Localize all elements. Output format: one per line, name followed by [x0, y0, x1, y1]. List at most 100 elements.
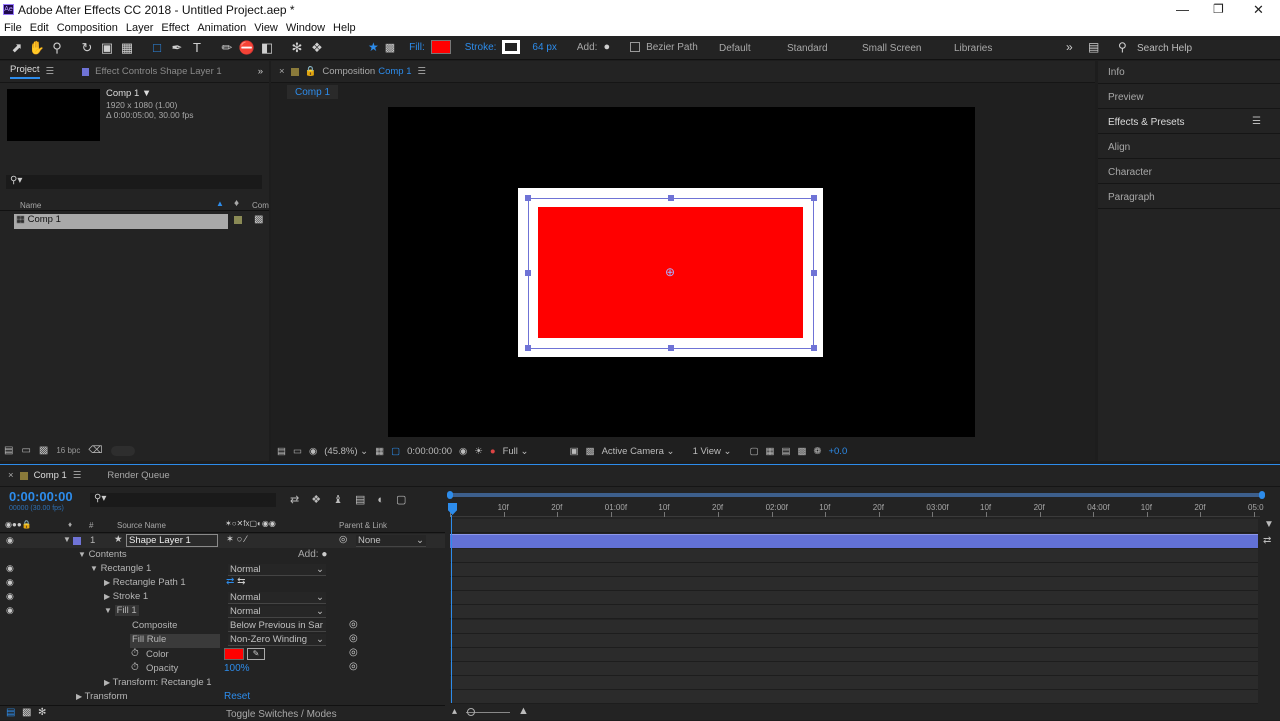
pick-whip-icon[interactable]: ◎	[339, 534, 347, 545]
new-comp-icon[interactable]: ▩	[39, 445, 48, 456]
comp-tab-name[interactable]: Comp 1	[378, 66, 411, 77]
project-search-input[interactable]: ⚲▾	[6, 175, 262, 189]
timeline-search-input[interactable]: ⚲▾	[90, 493, 276, 507]
sync-settings-icon[interactable]: ▤	[1088, 40, 1099, 54]
comp-viewer[interactable]: ⊕	[388, 107, 975, 437]
new-folder-icon[interactable]: ▭	[21, 445, 30, 456]
motion-blur-icon[interactable]: ◐	[377, 494, 384, 506]
layer-label-color[interactable]	[73, 537, 81, 545]
camera-tool-icon[interactable]: ▣	[98, 39, 116, 57]
panel-preview[interactable]: Preview	[1108, 92, 1144, 103]
toggle-switches-modes[interactable]: Toggle Switches / Modes	[226, 709, 337, 720]
timeline-icon[interactable]: ▤	[782, 446, 791, 457]
expression-icon[interactable]: ◎	[349, 661, 358, 672]
expand-triangle-icon[interactable]: ▼	[63, 535, 71, 544]
expression-icon[interactable]: ◎	[349, 647, 358, 658]
menu-effect[interactable]: Effect	[161, 22, 189, 34]
layer-switches-toggle-icon[interactable]: ▩	[22, 707, 31, 718]
graph-editor-icon[interactable]: ▢	[396, 493, 406, 506]
close-tab-icon[interactable]: ×	[8, 470, 14, 481]
star-icon[interactable]: ★	[368, 40, 379, 54]
toggle-pixel-icon[interactable]: ▢	[750, 446, 759, 457]
timeline-tab-comp[interactable]: Comp 1	[34, 470, 67, 481]
reset-exposure-icon[interactable]: ❁	[814, 446, 822, 457]
comp-menu-icon[interactable]: ☰	[417, 66, 426, 77]
column-comment[interactable]: Com	[252, 201, 269, 210]
add-menu-label[interactable]: Add: ●	[298, 549, 327, 560]
stroke-color-swatch[interactable]	[502, 40, 521, 54]
comp-mini-flowchart-icon[interactable]: ▤	[6, 707, 15, 718]
time-ruler[interactable]: 0f10f20f01:00f10f20f02:00f10f20f03:00f10…	[450, 501, 1264, 517]
eye-icon[interactable]: ◉	[6, 577, 14, 588]
reset-link[interactable]: Reset	[224, 691, 250, 702]
eye-icon[interactable]: ◉	[6, 591, 14, 602]
snapshot-icon[interactable]: ◉	[459, 446, 467, 457]
puppet-pin-tool-icon[interactable]: ❖	[308, 39, 326, 57]
shape-mask-icon[interactable]: ▩	[385, 41, 395, 54]
panel-effects-presets[interactable]: Effects & Presets	[1108, 117, 1185, 128]
comp-breadcrumb[interactable]: Comp 1	[287, 85, 339, 99]
brush-tool-icon[interactable]: ✏	[218, 39, 236, 57]
handle-mr[interactable]	[811, 270, 817, 276]
transform-rectangle-row[interactable]: ▶ Transform: Rectangle 1	[104, 677, 212, 691]
anchor-point-icon[interactable]: ⊕	[664, 266, 676, 278]
fill-row[interactable]: ▼ Fill 1	[104, 605, 139, 619]
handle-tc[interactable]	[668, 195, 674, 201]
menu-composition[interactable]: Composition	[57, 22, 118, 34]
panel-menu-icon[interactable]: ☰	[1252, 116, 1261, 127]
clone-stamp-tool-icon[interactable]: ⛔	[238, 39, 256, 57]
pan-behind-tool-icon[interactable]: ▦	[118, 39, 136, 57]
stroke-label[interactable]: Stroke:	[465, 42, 497, 53]
timecode[interactable]: 0:00:00:00	[407, 446, 452, 457]
layer-row-shape-layer-1[interactable]: ◉ ▼ 1 ★ Shape Layer 1 ✶ ○ ∕ ◎ None ⌄	[0, 534, 445, 548]
resolution-dropdown[interactable]: Full ⌄	[503, 446, 563, 457]
eye-icon[interactable]: ◉	[6, 535, 14, 546]
zoom-tool-icon[interactable]: ⚲	[48, 39, 66, 57]
handle-tr[interactable]	[811, 195, 817, 201]
workspace-libraries[interactable]: Libraries	[954, 43, 992, 54]
hand-tool-icon[interactable]: ✋	[28, 39, 46, 57]
roto-brush-tool-icon[interactable]: ✻	[288, 39, 306, 57]
column-number[interactable]: #	[89, 521, 93, 530]
column-parent-link[interactable]: Parent & Link	[339, 521, 387, 530]
frame-blending-icon[interactable]: ▤	[355, 493, 365, 506]
menu-view[interactable]: View	[254, 22, 278, 34]
rectangle-group-row[interactable]: ▼ Rectangle 1	[90, 563, 151, 577]
search-icon[interactable]: ⚲	[1118, 40, 1127, 54]
stroke-row[interactable]: ▶ Stroke 1	[104, 591, 148, 605]
eye-icon[interactable]: ◉	[6, 563, 14, 574]
handle-br[interactable]	[811, 345, 817, 351]
timeline-timecode[interactable]: 0:00:00:00	[9, 489, 73, 504]
lock-icon[interactable]: 🔒	[305, 66, 317, 77]
tab-effect-controls[interactable]: Effect Controls Shape Layer 1	[95, 66, 222, 77]
fill-blend-mode-dropdown[interactable]: Normal ⌄	[228, 606, 326, 618]
pen-tool-icon[interactable]: ✒	[168, 39, 186, 57]
label-color-chip[interactable]	[234, 216, 242, 224]
workspace-small-screen[interactable]: Small Screen	[862, 43, 921, 54]
panel-align[interactable]: Align	[1108, 142, 1130, 153]
draft-3d-icon[interactable]: ❖	[311, 493, 321, 506]
zoom-out-icon[interactable]: ▴	[452, 706, 457, 717]
timeline-menu-icon[interactable]: ☰	[73, 470, 82, 481]
color-channels-icon[interactable]: ●	[490, 446, 496, 457]
more-workspaces-icon[interactable]: »	[1066, 40, 1073, 54]
rectangle-blend-mode-dropdown[interactable]: Normal ⌄	[228, 564, 326, 576]
parent-dropdown[interactable]: None ⌄	[356, 535, 426, 547]
search-help-input[interactable]: Search Help	[1137, 43, 1192, 54]
label-tag-icon[interactable]: ♦	[68, 520, 72, 529]
panel-info[interactable]: Info	[1108, 67, 1125, 78]
menu-edit[interactable]: Edit	[30, 22, 49, 34]
stopwatch-icon[interactable]: ⏱	[131, 662, 139, 673]
close-tab-icon[interactable]: ×	[279, 66, 285, 77]
fill-color-swatch[interactable]	[430, 40, 451, 54]
shy-icon[interactable]: ♝	[333, 493, 343, 506]
work-area-end-handle[interactable]	[1259, 491, 1265, 499]
fill-rule-dropdown[interactable]: Non-Zero Winding ⌄	[228, 634, 326, 646]
panel-character[interactable]: Character	[1108, 167, 1152, 178]
workspace-standard[interactable]: Standard	[787, 43, 828, 54]
layer-switches-icons[interactable]: ✶ ○ ∕	[226, 534, 247, 545]
menu-window[interactable]: Window	[286, 22, 325, 34]
layer-name-field[interactable]: Shape Layer 1	[126, 534, 218, 547]
maximize-icon[interactable]: ❐	[1213, 2, 1224, 16]
flowchart-icon[interactable]: ▩	[798, 446, 807, 457]
